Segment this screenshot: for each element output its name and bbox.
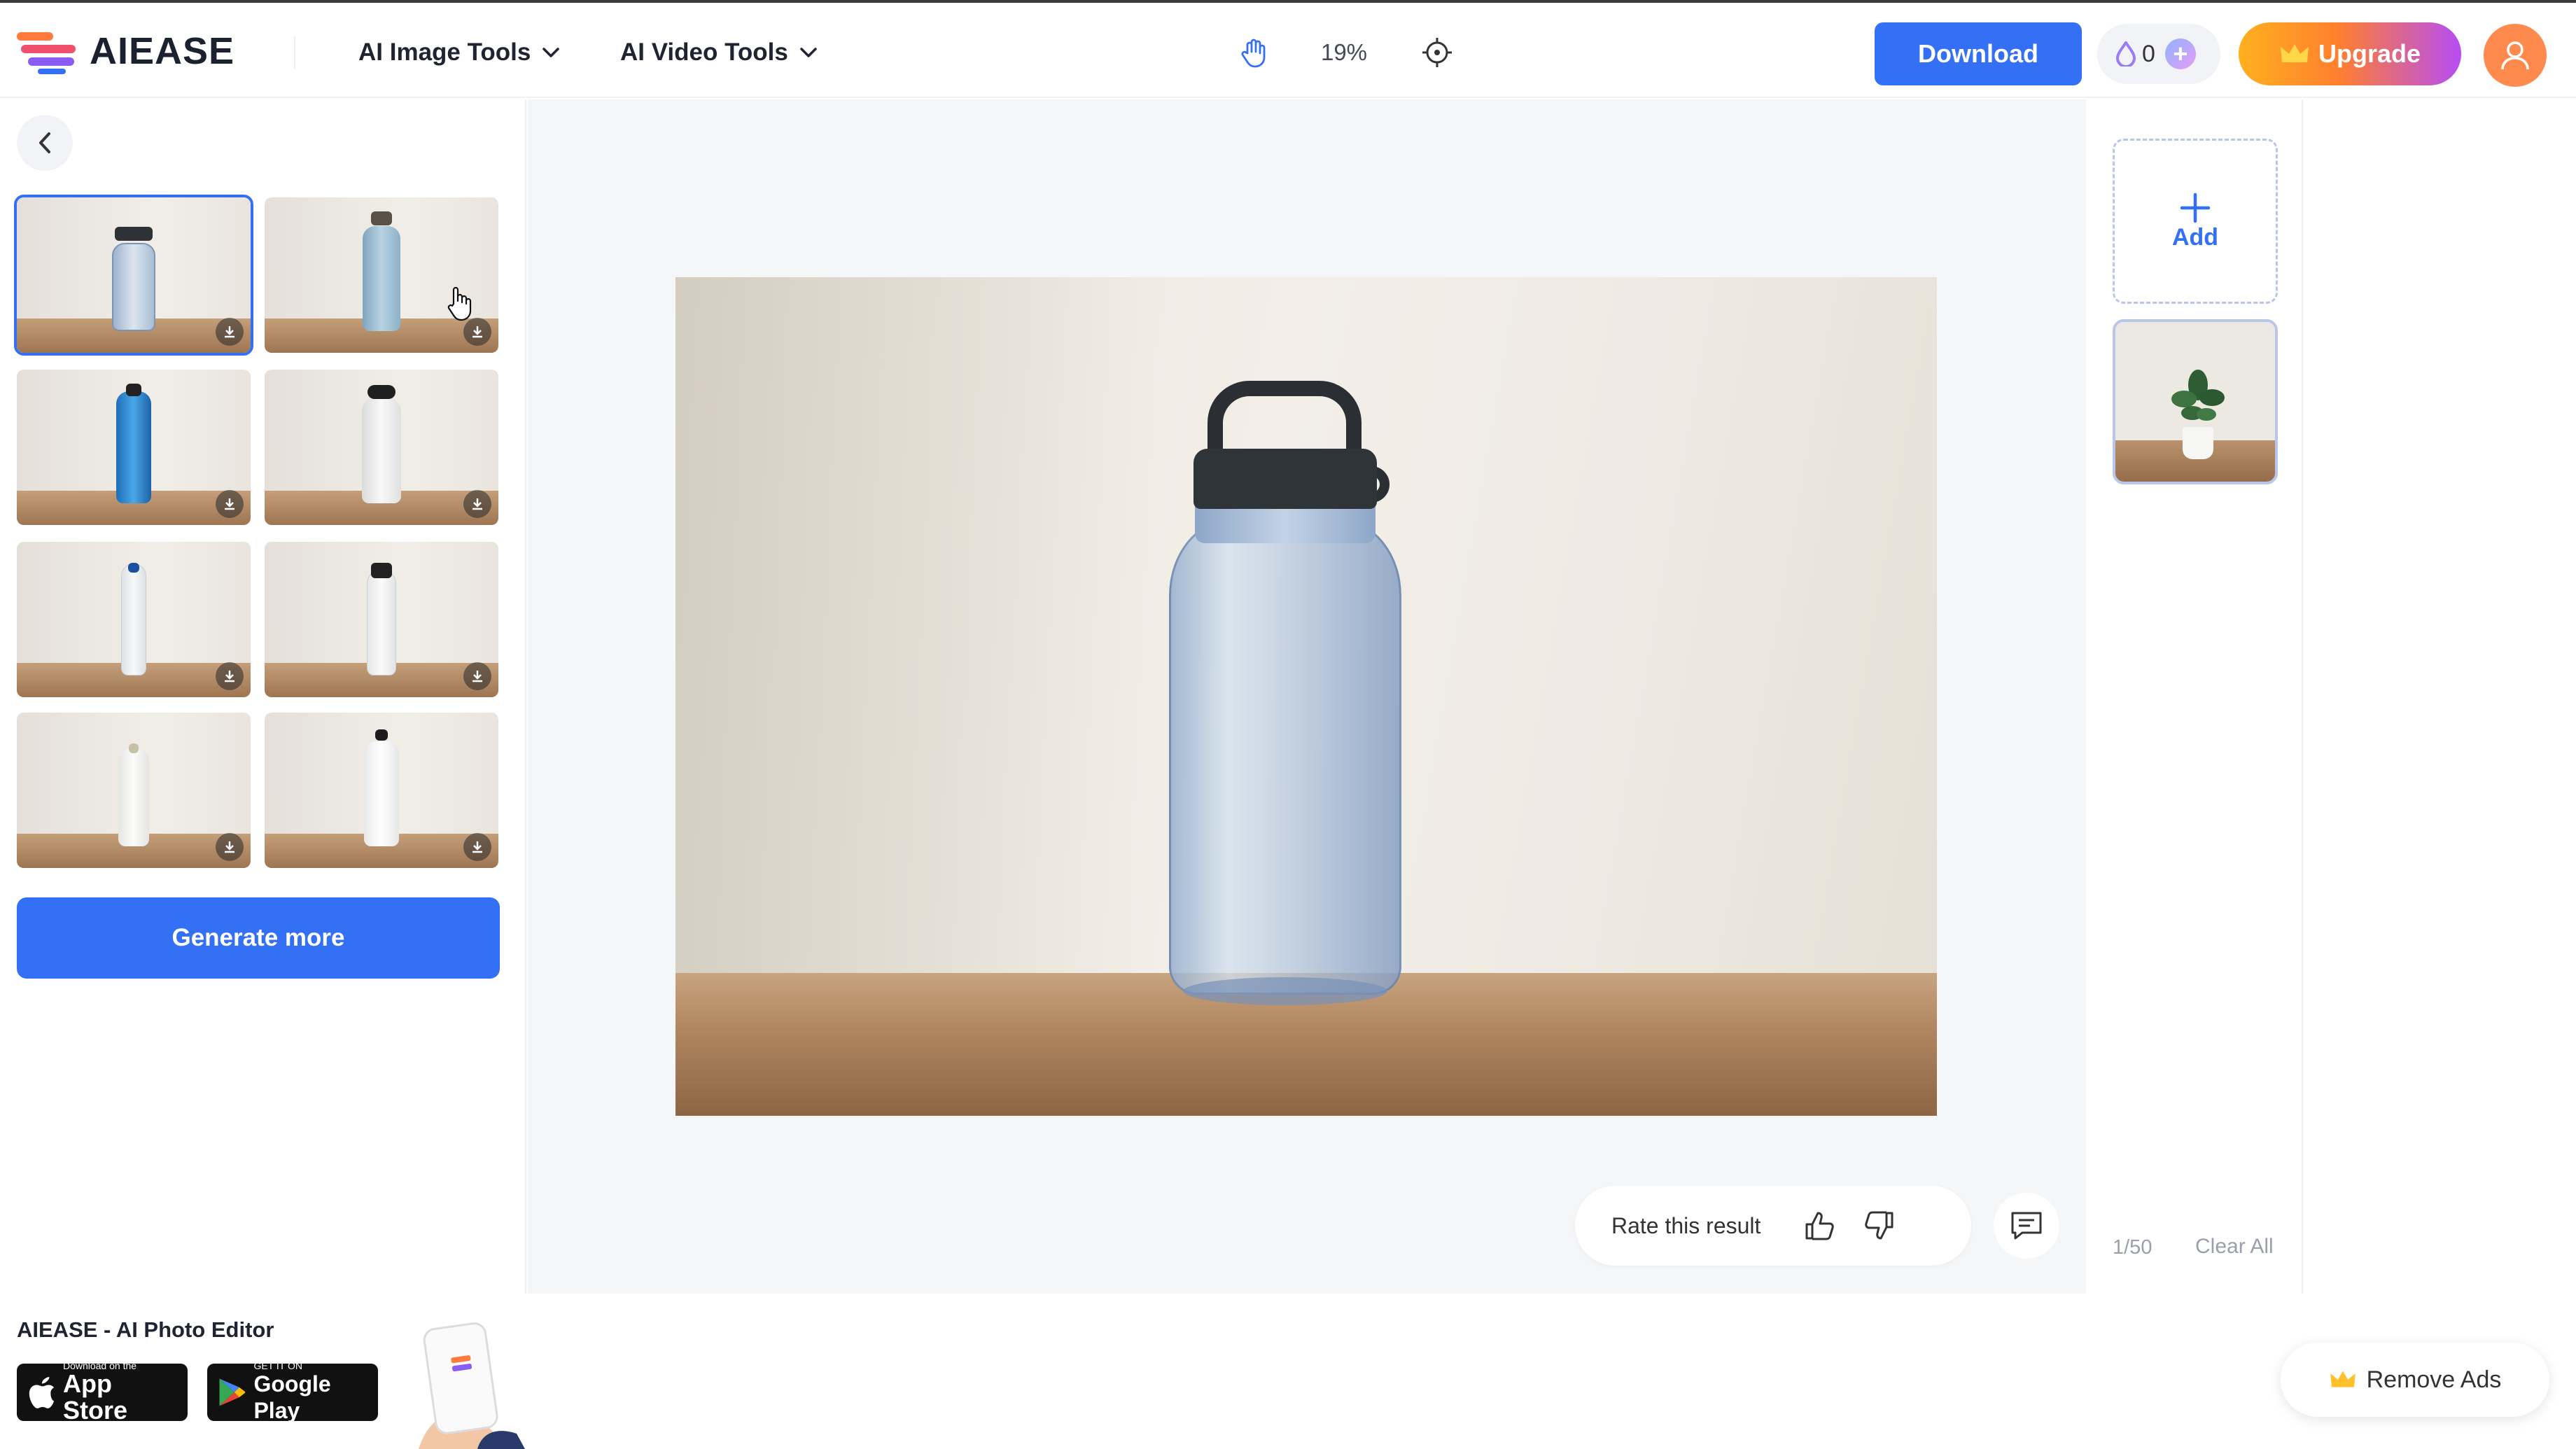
download-icon[interactable] [216,662,244,690]
app-store-badge[interactable]: Download on the App Store [17,1361,188,1424]
google-play-badge[interactable]: GET IT ON Google Play [207,1360,378,1423]
logo[interactable]: AIEASE [17,27,234,76]
water-bottle-illustration [676,277,1937,1116]
google-play-icon [219,1378,246,1406]
avatar[interactable] [2484,24,2547,87]
download-button[interactable]: Download [1875,22,2082,85]
zoom-level[interactable]: 19% [1316,36,1372,69]
rate-label: Rate this result [1611,1212,1761,1238]
app-promo-bar: AIEASE - AI Photo Editor Download on the… [0,1294,2576,1449]
result-thumbnail[interactable] [265,713,498,868]
credits-value: 0 [2142,40,2155,67]
nav-ai-image-tools-label: AI Image Tools [358,38,531,66]
hand-cursor-icon [447,286,472,321]
top-bar: AIEASE AI Image Tools AI Video Tools 19%… [0,0,2576,98]
plant-image [2171,370,2225,421]
credit-drop-icon [2115,41,2136,66]
crown-icon [2330,1371,2356,1387]
recenter-icon[interactable] [1421,36,1453,69]
nav-ai-video-tools-label: AI Video Tools [620,38,788,66]
result-thumbnail[interactable] [265,542,498,697]
nav-ai-video-tools[interactable]: AI Video Tools [620,35,818,70]
hand-pan-icon[interactable] [1238,36,1270,69]
nav-ai-image-tools[interactable]: AI Image Tools [358,35,560,70]
chevron-left-icon [39,132,50,153]
download-icon[interactable] [463,833,491,861]
source-image-thumbnail[interactable] [2113,319,2278,484]
feedback-button[interactable] [1994,1193,2059,1259]
chevron-down-icon [542,48,560,57]
download-icon[interactable] [463,662,491,690]
result-thumbnail[interactable] [17,713,251,868]
download-icon[interactable] [463,318,491,346]
phone-hand-illustration [419,1322,525,1449]
apple-icon [29,1377,55,1408]
generate-more-button[interactable]: Generate more [17,897,500,979]
add-credits-icon[interactable]: + [2164,38,2196,69]
add-image-label: Add [2171,223,2219,251]
upgrade-button[interactable]: Upgrade [2239,22,2461,85]
divider [294,36,295,69]
thumbs-down-icon[interactable] [1863,1209,1896,1242]
download-icon[interactable] [216,318,244,346]
result-thumbnail[interactable] [14,195,253,356]
back-button[interactable] [17,115,73,171]
remove-ads-button[interactable]: Remove Ads [2281,1343,2549,1417]
page-count: 1/50 [2113,1236,2152,1259]
add-image-button[interactable]: Add [2113,139,2278,304]
results-panel: Generate more [0,99,526,1294]
comment-icon [2011,1212,2042,1240]
download-icon[interactable] [216,490,244,518]
google-play-small: GET IT ON [253,1360,302,1371]
source-images-panel: Add 1/50 Clear All [2087,99,2303,1294]
thumbs-up-icon[interactable] [1802,1209,1836,1242]
download-icon[interactable] [463,490,491,518]
credits-counter[interactable]: 0 + [2097,24,2220,84]
result-thumbnail[interactable] [17,542,251,697]
logo-icon [17,28,80,74]
plus-icon [2180,192,2211,223]
logo-text: AIEASE [90,30,235,72]
remove-ads-label: Remove Ads [2366,1366,2502,1393]
rate-result-bar: Rate this result [1575,1186,1971,1266]
user-icon [2501,41,2529,70]
google-play-big: Google Play [253,1371,331,1423]
download-icon[interactable] [216,833,244,861]
result-thumbnail[interactable] [265,370,498,525]
app-store-big: App Store [62,1369,127,1424]
crown-icon [2280,44,2309,62]
promo-title: AIEASE - AI Photo Editor [17,1317,274,1342]
result-thumbnail[interactable] [265,197,498,353]
result-thumbnail[interactable] [17,370,251,525]
clear-all-button[interactable]: Clear All [2195,1235,2274,1259]
upgrade-label: Upgrade [2318,39,2421,68]
chevron-down-icon [800,48,817,57]
